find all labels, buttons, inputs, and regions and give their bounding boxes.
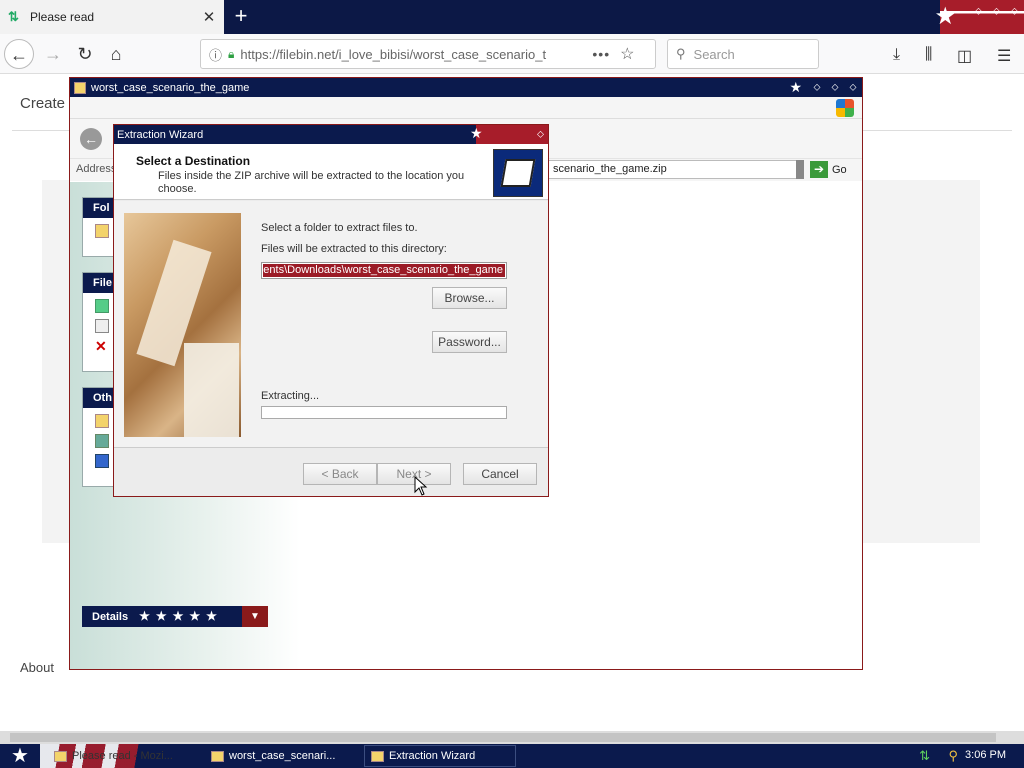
clock: 3:06 PM xyxy=(965,749,1006,761)
maximize-window-button[interactable]: ⬦ xyxy=(993,6,1000,17)
star-decoration-icon: ★ xyxy=(789,79,802,95)
close-window-button[interactable]: ⬦ xyxy=(1011,6,1018,17)
delete-icon[interactable]: ✕ xyxy=(95,339,109,353)
wizard-step-title: Select a Destination xyxy=(136,154,251,168)
stars-decoration-icon: ★★★★★ xyxy=(139,609,223,623)
wizard-side-image xyxy=(124,213,241,437)
extract-icon[interactable] xyxy=(95,224,109,238)
download-icon[interactable]: ⤓ xyxy=(893,46,900,64)
lock-icon: 🔒︎ xyxy=(228,46,235,61)
chevron-down-icon[interactable]: ▼ xyxy=(242,606,268,627)
network-icon[interactable] xyxy=(95,454,109,468)
new-tab-button[interactable]: + xyxy=(230,5,252,27)
taskbar-item-label: worst_case_scenari... xyxy=(229,750,336,762)
about-link[interactable]: About xyxy=(20,660,54,675)
library-icon[interactable]: ⫼ xyxy=(925,46,932,64)
taskbar-item-explorer[interactable]: worst_case_scenari... xyxy=(205,745,355,767)
taskbar-item-label: Extraction Wizard xyxy=(389,750,476,762)
wizard-header: Select a Destination Files inside the ZI… xyxy=(114,144,548,200)
go-label: Go xyxy=(832,163,847,176)
browser-tab[interactable]: ⇅ Please read ✕ xyxy=(0,0,224,34)
minimize-button[interactable]: ⬦ xyxy=(808,82,826,93)
start-button[interactable]: ★ xyxy=(0,744,40,768)
destination-path-value: ents\Downloads\worst_case_scenario_the_g… xyxy=(263,264,505,277)
create-link[interactable]: Create xyxy=(20,95,65,112)
go-arrow-icon: ➔ xyxy=(810,161,828,178)
explorer-title-bar[interactable]: worst_case_scenario_the_game ★ ⬦ ⬦ ⬦ xyxy=(70,78,862,97)
network-tray-icon[interactable]: ⇅ xyxy=(919,748,930,764)
taskbar-item-label: Please read - Mozi... xyxy=(72,750,173,762)
cancel-button[interactable]: Cancel xyxy=(463,463,537,485)
reload-icon[interactable]: ↻ xyxy=(70,39,100,69)
close-tab-icon[interactable]: ✕ xyxy=(200,8,218,26)
maximize-button[interactable]: ⬦ xyxy=(826,82,844,93)
extraction-wizard-dialog: Extraction Wizard ⬦ ★ Select a Destinati… xyxy=(113,124,549,497)
url-text[interactable]: https://filebin.net/i_love_bibisi/worst_… xyxy=(240,47,570,62)
bookmark-star-icon[interactable]: ☆ xyxy=(620,44,634,64)
zip-folder-icon xyxy=(74,81,86,94)
url-bar[interactable]: ⓘ 🔒︎ https://filebin.net/i_love_bibisi/w… xyxy=(200,39,656,69)
search-placeholder: Search xyxy=(693,46,735,62)
address-label: Address xyxy=(76,163,117,175)
page-actions-icon[interactable]: ••• xyxy=(592,46,610,62)
explorer-title: worst_case_scenario_the_game xyxy=(91,81,250,94)
search-tray-icon[interactable]: ⚲ xyxy=(948,748,958,764)
taskbar: ★ Please read - Mozi... worst_case_scena… xyxy=(0,744,1024,768)
folder-extract-icon xyxy=(493,149,543,197)
folder-icon[interactable] xyxy=(95,414,109,428)
sidebar-icon[interactable]: ◫ xyxy=(957,46,972,66)
search-input[interactable]: ⚲ Search xyxy=(667,39,819,69)
menu-icon[interactable]: ☰ xyxy=(997,46,1011,66)
details-panel-header[interactable]: Details ★★★★★ ▼ xyxy=(82,606,268,627)
star-decoration-icon: ★ xyxy=(470,125,483,141)
wizard-title-bar[interactable]: Extraction Wizard ⬦ ★ xyxy=(114,125,548,144)
extracting-label: Extracting... xyxy=(261,390,320,402)
wizard-step-subtitle: Files inside the ZIP archive will be ext… xyxy=(158,170,465,195)
star-decoration-icon: ★ xyxy=(934,3,956,30)
browse-button[interactable]: Browse... xyxy=(432,287,507,309)
password-button[interactable]: Password... xyxy=(432,331,507,353)
close-button[interactable]: ⬦ xyxy=(476,125,548,144)
move-file-icon[interactable] xyxy=(95,299,109,313)
tab-title: Please read xyxy=(30,10,95,24)
taskbar-item-browser[interactable]: Please read - Mozi... xyxy=(48,745,198,767)
search-icon: ⚲ xyxy=(676,46,686,61)
back-arrow-icon[interactable]: ← xyxy=(80,128,102,150)
info-icon[interactable]: ⓘ xyxy=(209,45,222,64)
home-icon[interactable]: ⌂ xyxy=(101,39,131,69)
back-button[interactable]: < Back xyxy=(303,463,377,485)
address-field[interactable]: scenario_the_game.zip xyxy=(548,160,804,179)
minimize-window-button[interactable]: ⬦ xyxy=(975,6,982,17)
details-label: Details xyxy=(92,611,129,623)
back-arrow-icon[interactable]: ← xyxy=(4,39,34,69)
filebin-favicon-icon: ⇅ xyxy=(8,9,19,24)
wizard-body: Select a folder to extract files to. Fil… xyxy=(114,201,548,447)
forward-arrow-icon[interactable]: → xyxy=(38,39,68,69)
zip-folder-icon xyxy=(211,750,224,762)
copy-file-icon[interactable] xyxy=(95,319,109,333)
directory-label: Files will be extracted to this director… xyxy=(261,243,447,255)
select-folder-label: Select a folder to extract files to. xyxy=(261,222,418,234)
destination-path-input[interactable]: ents\Downloads\worst_case_scenario_the_g… xyxy=(261,262,507,279)
folder-icon xyxy=(371,750,384,762)
extraction-progress-bar xyxy=(261,406,507,419)
browser-icon xyxy=(54,750,67,762)
browser-nav-bar: ← → ↻ ⌂ ⓘ 🔒︎ https://filebin.net/i_love_… xyxy=(0,34,1024,74)
explorer-menu-bar xyxy=(70,97,862,119)
wizard-footer: < Back Next > Cancel xyxy=(114,447,548,496)
go-button[interactable]: ➔ Go xyxy=(810,161,847,178)
horizontal-scrollbar[interactable] xyxy=(0,731,1024,744)
close-button[interactable]: ⬦ xyxy=(844,82,862,93)
browser-tab-bar: ⇅ Please read ✕ + ★ ⬦ ⬦ ⬦ xyxy=(0,0,1024,34)
windows-logo-icon xyxy=(836,99,854,117)
taskbar-item-wizard[interactable]: Extraction Wizard xyxy=(364,745,516,767)
address-dropdown-icon[interactable] xyxy=(796,160,804,179)
documents-icon[interactable] xyxy=(95,434,109,448)
